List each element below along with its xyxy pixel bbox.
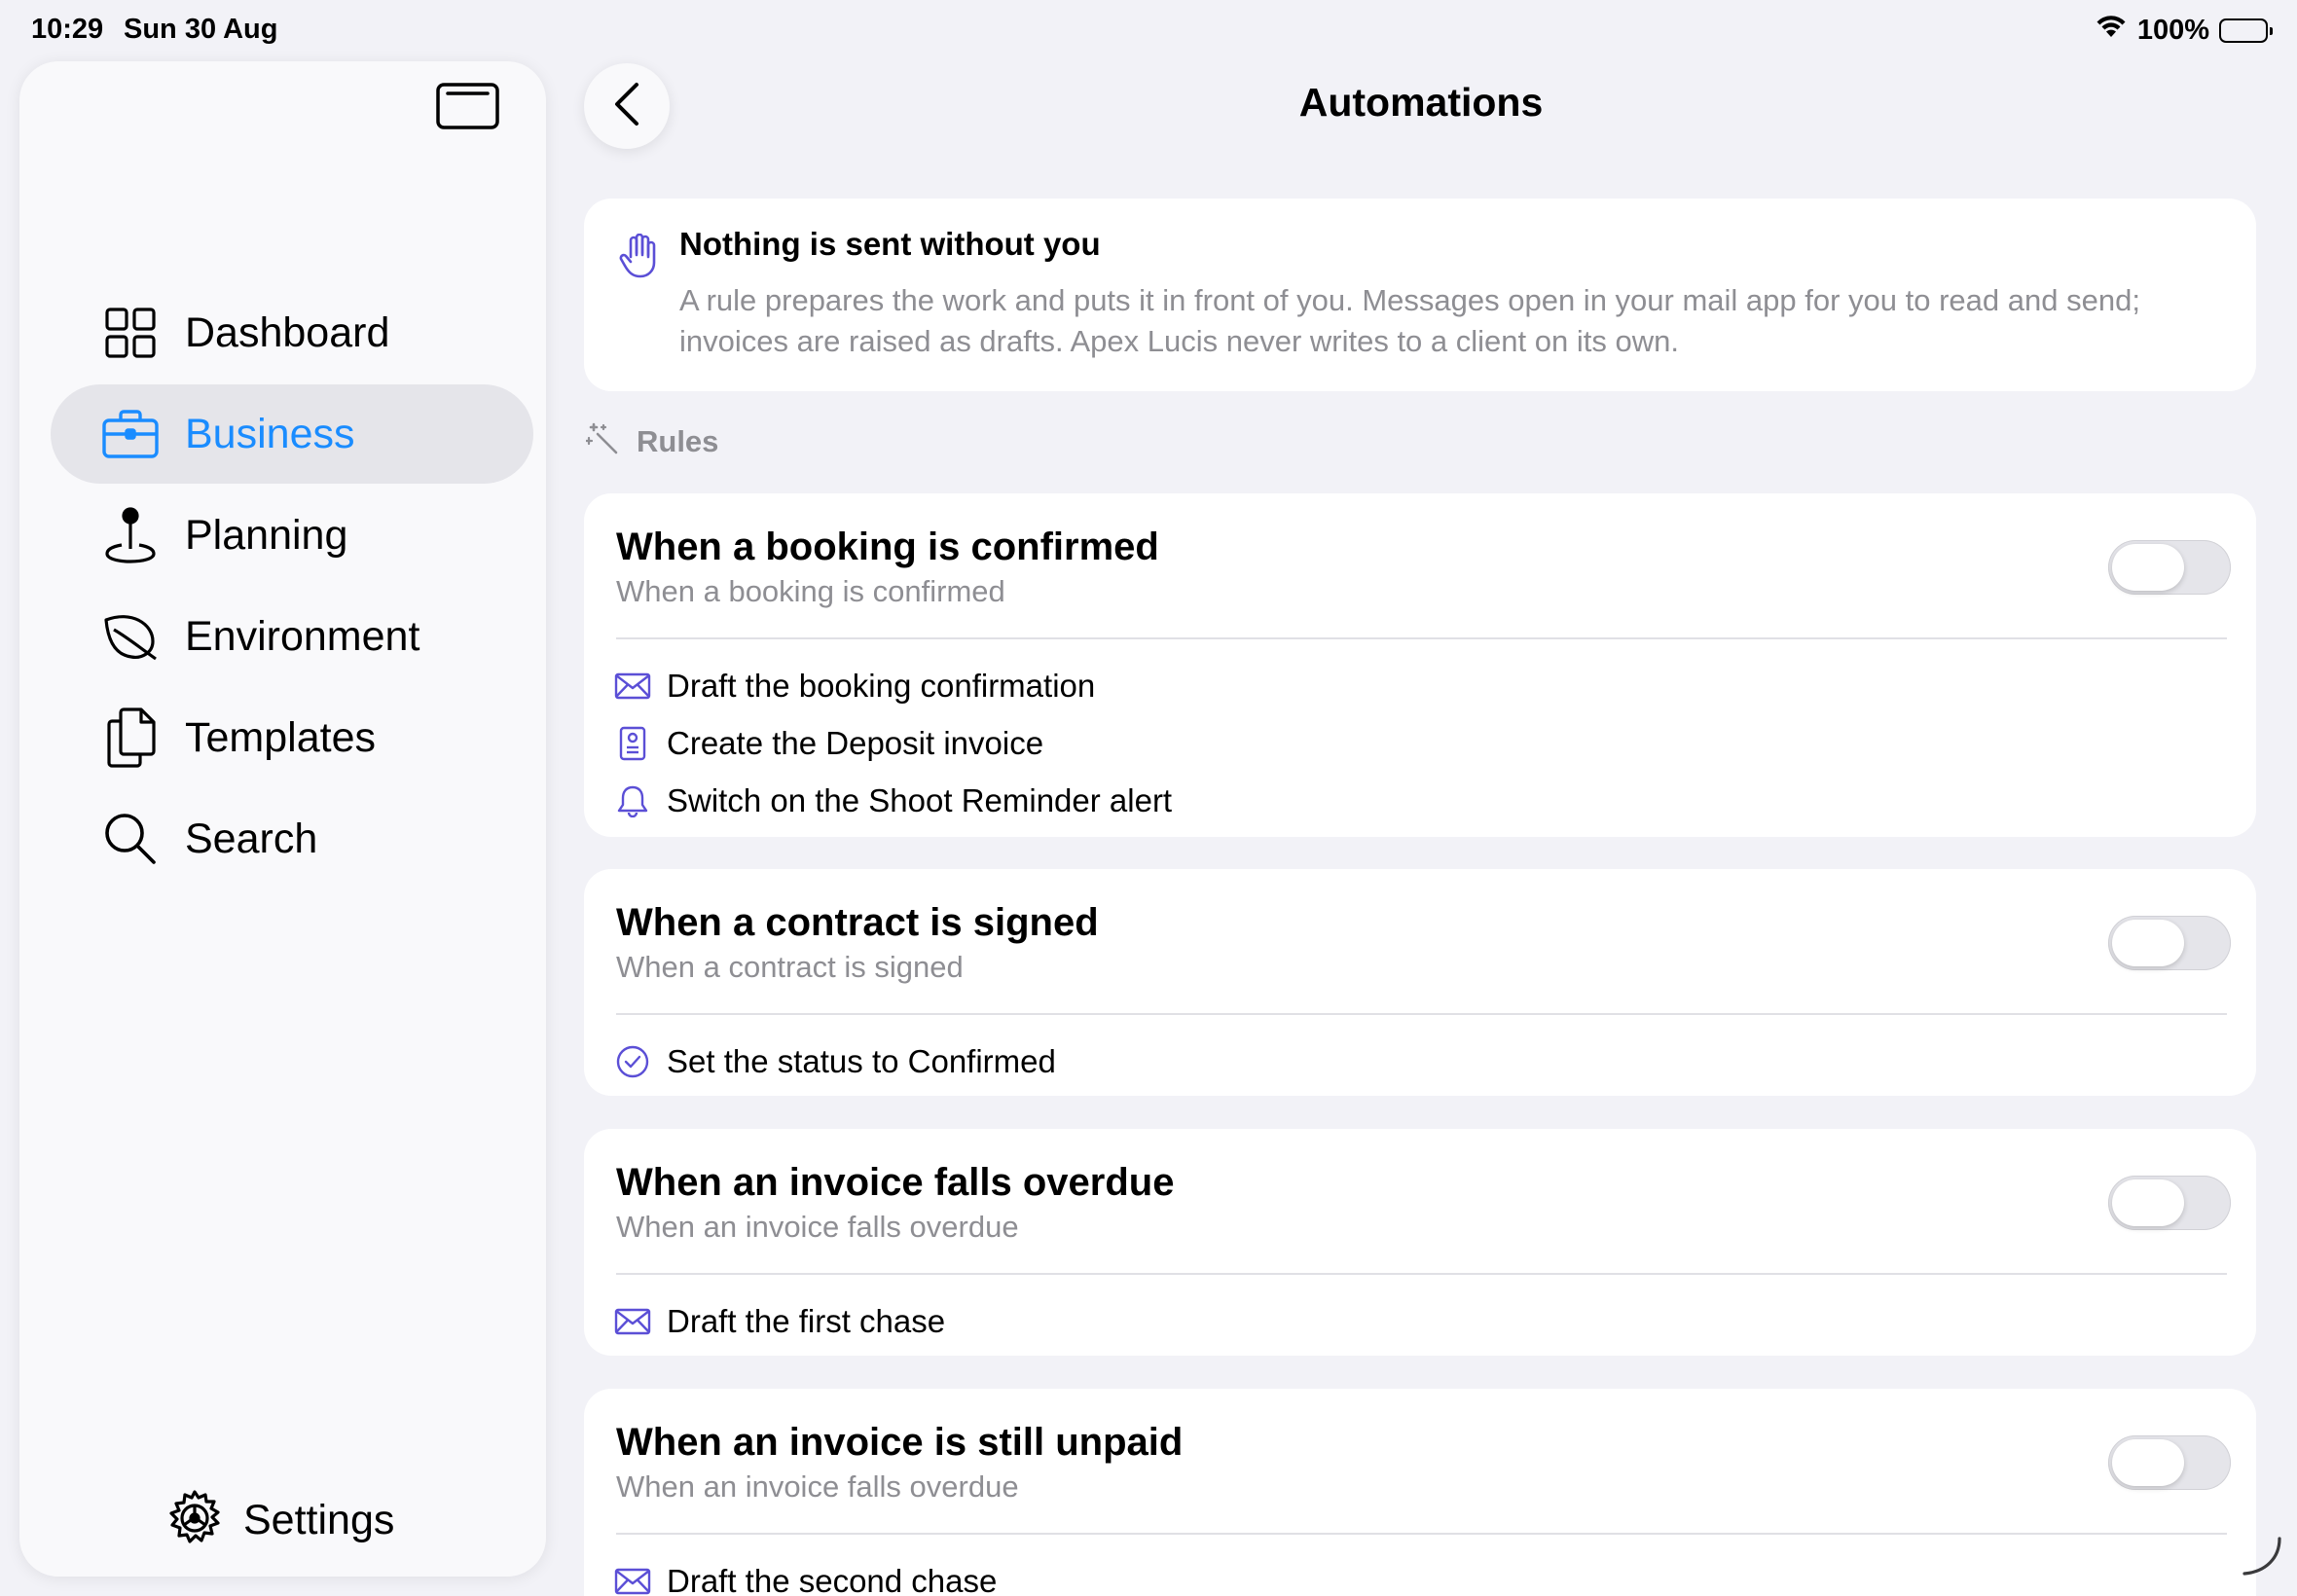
rule-toggle[interactable] <box>2108 540 2231 595</box>
sidebar-item-label: Templates <box>185 713 376 761</box>
divider <box>616 1533 2227 1535</box>
action-label: Create the Deposit invoice <box>667 724 1044 761</box>
notice-title: Nothing is sent without you <box>679 226 1101 262</box>
info-notice: Nothing is sent without you A rule prepa… <box>584 199 2256 391</box>
toggle-knob <box>2112 920 2184 966</box>
sidebar-item-label: Environment <box>185 612 420 660</box>
documents-icon <box>101 707 160 768</box>
wifi-icon <box>2095 14 2128 47</box>
envelope-icon <box>613 1562 652 1596</box>
back-button[interactable] <box>584 63 670 149</box>
rule-title: When an invoice is still unpaid <box>616 1421 1184 1464</box>
rule-action: Draft the first chase <box>613 1292 945 1350</box>
section-label: Rules <box>637 423 719 458</box>
toggle-knob <box>2112 1439 2184 1486</box>
status-bar: 10:29 Sun 30 Aug 100% <box>0 0 2297 62</box>
map-pin-icon <box>101 506 160 564</box>
battery-percent: 100% <box>2136 14 2209 46</box>
settings-label: Settings <box>243 1497 395 1543</box>
rule-toggle[interactable] <box>2108 1176 2231 1230</box>
rule-action: Draft the second chase <box>613 1552 997 1596</box>
action-label: Draft the booking confirmation <box>667 667 1096 704</box>
invoice-icon <box>613 724 652 763</box>
status-right: 100% <box>2095 14 2273 47</box>
search-icon <box>101 810 160 868</box>
rule-actions: Draft the first chase <box>613 1292 945 1350</box>
rule-action: Draft the booking confirmation <box>613 657 1172 714</box>
grid-icon <box>101 304 160 362</box>
rule-toggle[interactable] <box>2108 916 2231 970</box>
rule-action: Create the Deposit invoice <box>613 714 1172 772</box>
rule-card: When a contract is signed When a contrac… <box>584 869 2256 1096</box>
sidebar-item-templates[interactable]: Templates <box>51 688 533 787</box>
divider <box>616 1273 2227 1275</box>
sidebar-item-business[interactable]: Business <box>51 384 533 484</box>
divider <box>616 1013 2227 1015</box>
sidebar-toggle-icon[interactable] <box>436 83 499 129</box>
envelope-icon <box>613 667 652 706</box>
battery-icon <box>2219 18 2273 43</box>
raised-hand-icon <box>619 233 658 283</box>
chevron-left-icon <box>613 82 640 131</box>
rule-action: Set the status to Confirmed <box>613 1033 1056 1090</box>
bell-icon <box>613 781 652 820</box>
action-label: Set the status to Confirmed <box>667 1042 1056 1079</box>
rule-subtitle: When a booking is confirmed <box>616 574 1005 608</box>
toggle-knob <box>2112 1179 2184 1226</box>
rule-actions: Draft the second chase <box>613 1552 997 1596</box>
sidebar-item-dashboard[interactable]: Dashboard <box>51 283 533 382</box>
rule-title: When an invoice falls overdue <box>616 1161 1175 1204</box>
sidebar-item-label: Search <box>185 815 318 862</box>
sidebar-item-search[interactable]: Search <box>51 789 533 889</box>
magic-wand-icon <box>584 422 619 460</box>
sidebar-item-environment[interactable]: Environment <box>51 587 533 686</box>
briefcase-icon <box>101 405 160 463</box>
sidebar-item-label: Business <box>185 410 355 457</box>
page-title: Automations <box>1298 80 1544 125</box>
rule-card: When a booking is confirmed When a booki… <box>584 493 2256 837</box>
section-header-rules: Rules <box>584 422 719 460</box>
status-time: 10:29 <box>31 14 104 45</box>
sidebar-item-label: Dashboard <box>185 308 390 356</box>
rule-card: When an invoice is still unpaid When an … <box>584 1389 2256 1596</box>
settings-button[interactable]: Settings <box>165 1489 394 1552</box>
sidebar-item-planning[interactable]: Planning <box>51 486 533 585</box>
divider <box>616 637 2227 639</box>
rule-card: When an invoice falls overdue When an in… <box>584 1129 2256 1356</box>
checkmark-circle-icon <box>613 1042 652 1081</box>
notice-body: A rule prepares the work and puts it in … <box>679 283 2140 358</box>
status-date: Sun 30 Aug <box>124 14 278 45</box>
rule-title: When a booking is confirmed <box>616 526 1159 568</box>
gear-icon <box>165 1489 224 1552</box>
rule-subtitle: When an invoice falls overdue <box>616 1210 1019 1244</box>
rule-toggle[interactable] <box>2108 1435 2231 1490</box>
toggle-knob <box>2112 544 2184 591</box>
envelope-icon <box>613 1302 652 1341</box>
action-label: Draft the second chase <box>667 1562 998 1596</box>
action-label: Switch on the Shoot Reminder alert <box>667 781 1173 818</box>
rule-actions: Set the status to Confirmed <box>613 1033 1056 1090</box>
sidebar-item-label: Planning <box>185 511 348 559</box>
rule-title: When a contract is signed <box>616 901 1099 944</box>
rule-subtitle: When an invoice falls overdue <box>616 1469 1019 1504</box>
action-label: Draft the first chase <box>667 1302 946 1339</box>
rule-action: Switch on the Shoot Reminder alert <box>613 772 1172 829</box>
rule-actions: Draft the booking confirmation Create th… <box>613 657 1172 829</box>
rule-subtitle: When a contract is signed <box>616 950 964 984</box>
leaf-icon <box>101 607 160 666</box>
sidebar: Dashboard Business Planning Environment … <box>19 61 546 1577</box>
resize-handle-icon[interactable] <box>2239 1533 2283 1582</box>
sidebar-nav: Dashboard Business Planning Environment … <box>51 283 533 890</box>
